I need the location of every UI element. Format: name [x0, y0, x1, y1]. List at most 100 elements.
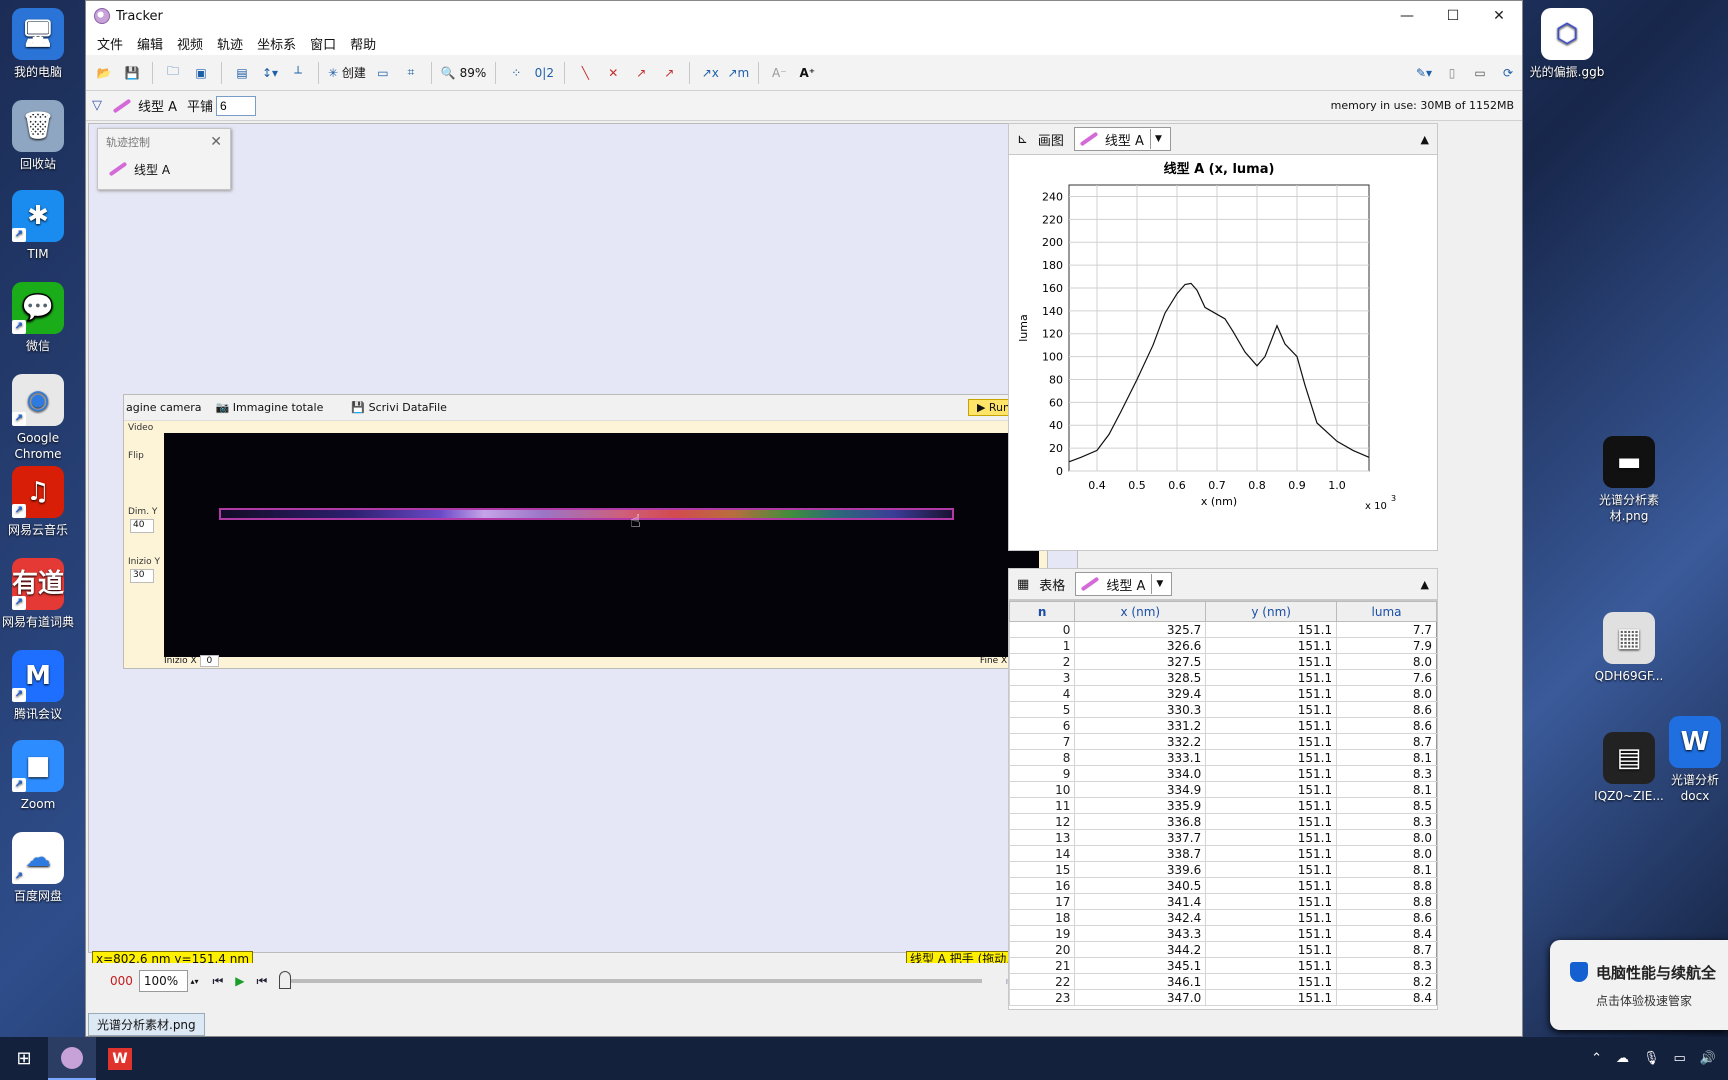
x-mass-icon[interactable]: ↗x [699, 61, 721, 85]
open-icon[interactable]: 📂 [93, 61, 115, 85]
table-row[interactable]: 6 331.2 151.1 8.6 [1009, 717, 1437, 734]
ruler-icon[interactable]: ▭ [372, 61, 394, 85]
menu-item[interactable]: 文件 [90, 34, 130, 53]
rate-spinner[interactable]: 100% [138, 970, 189, 992]
stretch-icon[interactable]: ╲ [574, 61, 596, 85]
velocity-icon[interactable]: ↗ [630, 61, 652, 85]
file-tab[interactable]: 光谱分析素材.png [88, 1013, 205, 1036]
save-video-icon[interactable]: ▣ [190, 61, 212, 85]
desktop-icon[interactable]: ■ ↗ Zoom [0, 740, 76, 812]
table-row[interactable]: 2 327.5 151.1 8.0 [1009, 653, 1437, 670]
desktop-file-icon[interactable]: ▦ QDH69GF... [1584, 612, 1674, 684]
microphone-icon[interactable]: 🎙 [1643, 1051, 1660, 1066]
table-row[interactable]: 5 330.3 151.1 8.6 [1009, 701, 1437, 718]
slider-knob[interactable] [279, 971, 292, 989]
open-video-icon[interactable]: 🗀 [162, 61, 184, 85]
table-row[interactable]: 22 346.1 151.1 8.2 [1009, 973, 1437, 990]
network-icon[interactable]: ▭ [1674, 1051, 1686, 1066]
table-row[interactable]: 23 347.0 151.1 8.4 [1009, 989, 1437, 1006]
table-row[interactable]: 15 339.6 151.1 8.1 [1009, 861, 1437, 878]
chevron-up-icon[interactable]: ⌃ [1591, 1051, 1602, 1066]
close-button[interactable]: ✕ [1476, 1, 1522, 31]
table-row[interactable]: 13 337.7 151.1 8.0 [1009, 829, 1437, 846]
chevron-down-icon[interactable]: ▼ [1151, 574, 1167, 594]
menu-item[interactable]: 编辑 [130, 34, 170, 53]
tracker-taskbar-icon[interactable] [48, 1037, 96, 1080]
desktop-file-icon[interactable]: W 光谱分析 docx [1662, 716, 1728, 804]
desktop-file-icon[interactable]: ⬡ 光的偏振.ggb [1522, 8, 1612, 80]
menu-item[interactable]: 轨迹 [210, 34, 250, 53]
axes-icon[interactable]: ┴ [287, 61, 309, 85]
desktop-file-icon[interactable]: ▤ IQZ0~ZIE... [1584, 732, 1674, 804]
data-table[interactable]: nx (nm) y (nm) luma 0 325.7 151.1 7.7 1 326.6 15… [1008, 600, 1438, 1010]
save-icon[interactable]: 💾 [121, 61, 143, 85]
notes-icon[interactable]: ▯ [1441, 61, 1463, 85]
table-row[interactable]: 21 345.1 151.1 8.3 [1009, 957, 1437, 974]
menu-item[interactable]: 坐标系 [250, 34, 303, 53]
desktop-icon[interactable]: 💬 ↗ 微信 [0, 282, 76, 354]
desktop-icon[interactable]: ◉ ↗ Google Chrome [0, 374, 76, 462]
minimize-button[interactable]: — [1384, 1, 1430, 31]
table-row[interactable]: 16 340.5 151.1 8.8 [1009, 877, 1437, 894]
notification-toast[interactable]: 电脑性能与续航全 点击体验极速管家 [1550, 940, 1728, 1030]
position-icon[interactable]: ✕ [602, 61, 624, 85]
desktop-file-icon[interactable]: ▬ 光谱分析素材.png [1584, 436, 1674, 524]
table-row[interactable]: 11 335.9 151.1 8.5 [1009, 797, 1437, 814]
column-header[interactable]: n [1009, 601, 1076, 622]
refresh-icon[interactable]: ⟳ [1497, 61, 1519, 85]
spinner-arrows-icon[interactable]: ▴▾ [190, 977, 198, 986]
video-panel[interactable]: 轨迹控制 ✕ 线型 A agine camera 📷 Immagine total… [88, 123, 1078, 968]
menu-item[interactable]: 窗口 [303, 34, 343, 53]
trajectory-item[interactable]: 线型 A [98, 155, 230, 183]
table-row[interactable]: 0 325.7 151.1 7.7 [1009, 621, 1437, 638]
play-icon[interactable]: ▶ [235, 974, 244, 988]
title-bar[interactable]: Tracker — ☐ ✕ [86, 1, 1522, 31]
desktop-icon[interactable]: ✱ ↗ TIM [0, 190, 76, 262]
collapse-icon[interactable]: ▲ [1421, 578, 1429, 591]
back-icon[interactable]: ⏮ [257, 974, 268, 989]
plot-tab-label[interactable]: 画图 [1038, 130, 1064, 149]
table-row[interactable]: 20 344.2 151.1 8.7 [1009, 941, 1437, 958]
table-row[interactable]: 3 328.5 151.1 7.6 [1009, 669, 1437, 686]
menu-item[interactable]: 视频 [170, 34, 210, 53]
table-track-select[interactable]: 线型 A ▼ [1075, 572, 1173, 596]
menu-item[interactable]: 帮助 [343, 34, 383, 53]
page-icon[interactable]: ▭ [1469, 61, 1491, 85]
calibration-icon[interactable]: ↕▾ [259, 61, 281, 85]
wps-taskbar-icon[interactable]: W [96, 1037, 144, 1080]
chevron-down-icon[interactable]: ▼ [1149, 129, 1166, 149]
table-row[interactable]: 10 334.9 151.1 8.1 [1009, 781, 1437, 798]
table-row[interactable]: 12 336.8 151.1 8.3 [1009, 813, 1437, 830]
pencil-icon[interactable]: ✎▾ [1413, 61, 1435, 85]
autotracker-icon[interactable]: ⌗ [400, 61, 422, 85]
table-row[interactable]: 4 329.4 151.1 8.0 [1009, 685, 1437, 702]
font-smaller-icon[interactable]: A⁻ [768, 61, 790, 85]
table-row[interactable]: 19 343.3 151.1 8.4 [1009, 925, 1437, 942]
track-name[interactable]: 线型 A [138, 96, 177, 115]
plot-area[interactable]: 线型 A (x, luma) 0 20 40 60 80 100 120 140 160 180 20… [1008, 155, 1438, 551]
labels-icon[interactable]: 0|2 [533, 61, 555, 85]
table-row[interactable]: 1 326.6 151.1 7.9 [1009, 637, 1437, 654]
column-header[interactable]: y (nm) [1205, 601, 1338, 622]
column-header[interactable]: x (nm) [1074, 601, 1207, 622]
frame-slider[interactable] [279, 971, 982, 989]
reset-icon[interactable]: ⏮ [212, 974, 223, 989]
collapse-icon[interactable]: ▲ [1421, 133, 1429, 146]
desktop-icon[interactable]: ☁ ↗ 百度网盘 [0, 832, 76, 904]
close-icon[interactable]: ✕ [210, 134, 222, 150]
font-larger-icon[interactable]: A⁺ [796, 61, 818, 85]
line-profile-region[interactable] [219, 508, 954, 520]
column-header[interactable]: luma [1336, 601, 1437, 622]
windows-start-icon[interactable]: ⊞ [0, 1037, 48, 1080]
acceleration-icon[interactable]: ↗ [658, 61, 680, 85]
desktop-icon[interactable]: ♫ ↗ 网易云音乐 [0, 466, 76, 538]
plot-track-select[interactable]: 线型 A ▼ [1073, 127, 1171, 151]
create-button[interactable]: ✳ 创建 [328, 61, 366, 85]
track-menu-icon[interactable]: ▽ [92, 98, 102, 113]
desktop-icon[interactable]: 🖥 我的电脑 [0, 8, 76, 80]
table-row[interactable]: 7 332.2 151.1 8.7 [1009, 733, 1437, 750]
desktop-icon[interactable]: 有道 ↗ 网易有道词典 [0, 558, 76, 630]
smooth-input[interactable] [216, 95, 257, 116]
maximize-button[interactable]: ☐ [1430, 1, 1476, 31]
table-tab-label[interactable]: 表格 [1039, 575, 1065, 594]
